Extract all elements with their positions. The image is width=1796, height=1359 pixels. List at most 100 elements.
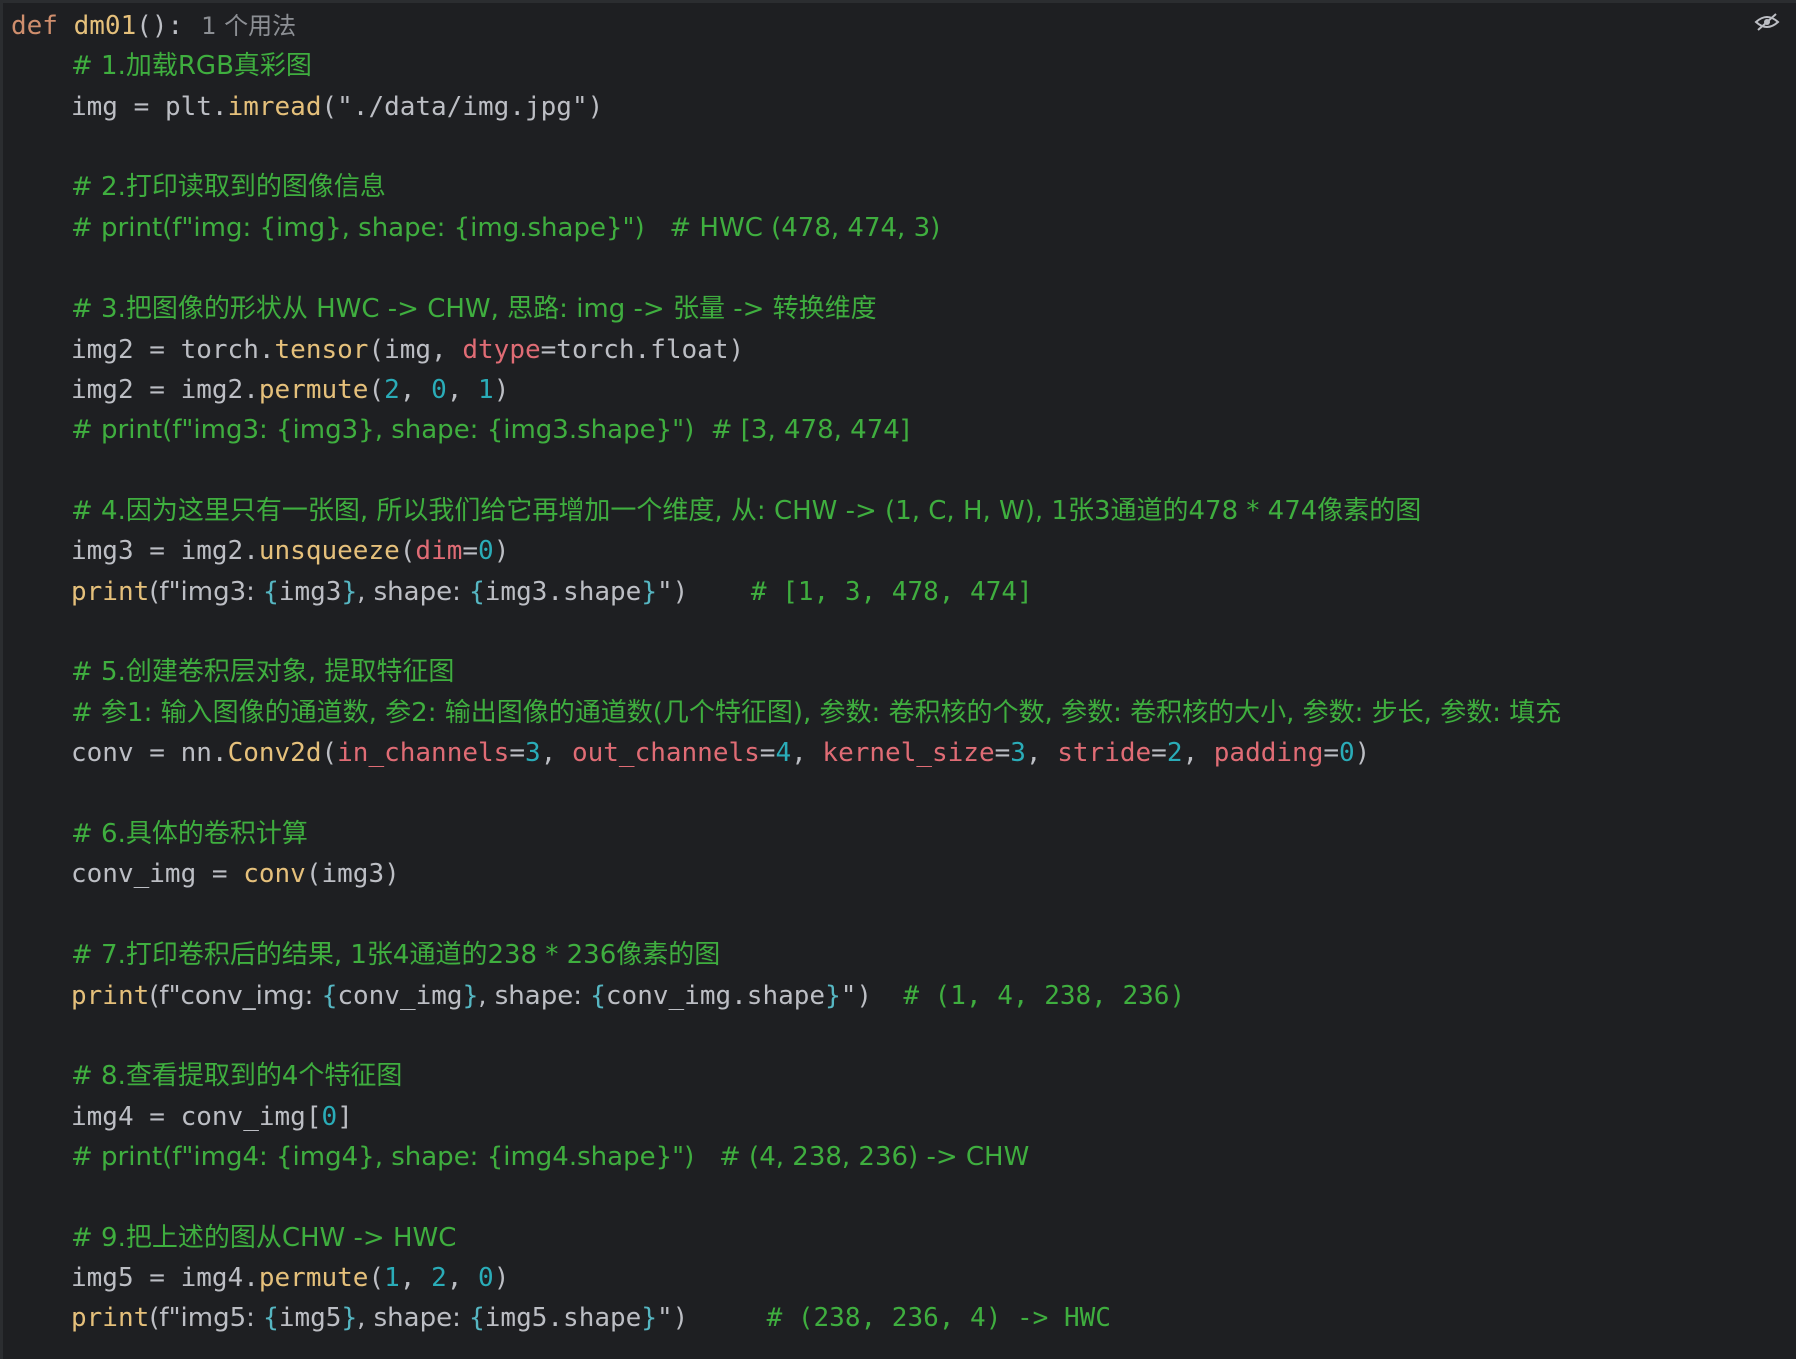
fstring: , shape: xyxy=(478,981,591,1011)
keyword-arg: dim xyxy=(415,536,463,566)
fstring: , shape: xyxy=(357,1303,470,1333)
code-line-16[interactable]: conv_img = conv(img3) xyxy=(11,854,400,894)
variable: conv_img xyxy=(71,859,197,889)
brace: } xyxy=(341,1303,358,1333)
code-line-15[interactable]: # 6.具体的卷积计算 xyxy=(11,814,308,854)
keyword-arg: in_channels xyxy=(337,738,510,768)
fstring-expr: conv_img xyxy=(337,981,463,1011)
number: 1 xyxy=(478,375,494,405)
code-line-18[interactable]: print(f"conv_img: {conv_img}, shape: {co… xyxy=(11,976,1185,1016)
paren: ) xyxy=(493,1263,510,1293)
operator: = xyxy=(133,1102,181,1132)
code-editor[interactable]: def dm01(): 1 个用法 # 1.加载RGB真彩图 img = plt.… xyxy=(0,0,1796,1359)
code-line-19[interactable]: # 8.查看提取到的4个特征图 xyxy=(11,1056,402,1096)
operator: = xyxy=(133,335,181,365)
operator: = xyxy=(462,536,479,566)
paren: ( xyxy=(368,375,385,405)
code-line-23[interactable]: img5 = img4.permute(1, 2, 0) xyxy=(11,1258,509,1298)
print-call: print xyxy=(71,1303,150,1333)
method-call: tensor xyxy=(274,335,369,365)
code-line-8[interactable]: # print(f"img3: {img3}, shape: {img3.sha… xyxy=(11,410,910,450)
code-line-7[interactable]: img2 = img2.permute(2, 0, 1) xyxy=(11,370,509,410)
eye-slash-icon[interactable] xyxy=(1754,12,1780,32)
keyword-arg: stride xyxy=(1057,738,1152,768)
number: 3 xyxy=(1010,738,1026,768)
separator: , xyxy=(399,375,432,405)
separator: , xyxy=(791,738,823,768)
number: 0 xyxy=(431,375,447,405)
object: img2. xyxy=(180,536,259,566)
brace: { xyxy=(590,981,606,1011)
code-line-def[interactable]: def dm01(): 1 个用法 xyxy=(11,6,296,46)
code-line-6[interactable]: img2 = torch.tensor(img, dtype=torch.flo… xyxy=(11,330,744,370)
keyword-arg: dtype xyxy=(462,335,541,365)
method-call: imread xyxy=(227,92,322,122)
code-line-4[interactable]: # print(f"img: {img}, shape: {img.shape}… xyxy=(11,208,940,248)
method-call: unsqueeze xyxy=(258,536,400,566)
paren: ) xyxy=(493,536,510,566)
operator: = xyxy=(117,92,165,122)
brace: { xyxy=(263,1303,279,1333)
variable: img xyxy=(71,92,118,122)
fstring: ") xyxy=(656,577,689,607)
method-call: Conv2d xyxy=(227,738,322,768)
arguments: =torch.float) xyxy=(540,335,745,365)
number: 1 xyxy=(384,1263,400,1293)
arguments: (img3) xyxy=(305,859,400,889)
separator: , xyxy=(446,1263,479,1293)
brace: { xyxy=(321,981,338,1011)
code-line-24[interactable]: print(f"img5: {img5}, shape: {img5.shape… xyxy=(11,1298,1111,1338)
def-keyword: def xyxy=(11,11,58,41)
keyword-arg: padding xyxy=(1213,738,1324,768)
number: 3 xyxy=(524,738,541,768)
code-line-12[interactable]: # 5.创建卷积层对象, 提取特征图 xyxy=(11,652,454,692)
code-line-13[interactable]: # 参1: 输入图像的通道数, 参2: 输出图像的通道数(几个特征图), 参数:… xyxy=(11,693,1561,733)
code-line-9[interactable]: # 4.因为这里只有一张图, 所以我们给它再增加一个维度, 从: CHW -> … xyxy=(11,491,1421,531)
paren: ) xyxy=(1354,738,1371,768)
paren: ) xyxy=(493,375,510,405)
variable: img5 xyxy=(71,1263,134,1293)
code-line-22[interactable]: # 9.把上述的图从CHW -> HWC xyxy=(11,1218,456,1258)
method-call: permute xyxy=(258,375,369,405)
paren: ( xyxy=(368,1263,385,1293)
code-line-11[interactable]: print(f"img3: {img3}, shape: {img3.shape… xyxy=(11,572,1033,612)
code-line-14[interactable]: conv = nn.Conv2d(in_channels=3, out_chan… xyxy=(11,733,1370,773)
code-line-10[interactable]: img3 = img2.unsqueeze(dim=0) xyxy=(11,531,509,571)
code-line-21[interactable]: # print(f"img4: {img4}, shape: {img4.sha… xyxy=(11,1137,1029,1177)
operator: = xyxy=(1323,738,1340,768)
comment: # [1, 3, 478, 474] xyxy=(688,577,1033,607)
code-line-2[interactable]: img = plt.imread("./data/img.jpg") xyxy=(11,87,603,127)
separator: , xyxy=(540,738,572,768)
paren: ( xyxy=(399,536,416,566)
bracket: ] xyxy=(337,1102,353,1132)
code-line-1[interactable]: # 1.加载RGB真彩图 xyxy=(11,46,312,86)
fstring-expr: img5.shape xyxy=(484,1303,642,1333)
number: 0 xyxy=(478,1263,494,1293)
comment: # print(f"img4: {img4}, shape: {img4.sha… xyxy=(71,1142,1030,1172)
number: 0 xyxy=(478,536,494,566)
comment: # 1.加载RGB真彩图 xyxy=(71,51,312,81)
number: 4 xyxy=(775,738,792,768)
comment: # print(f"img3: {img3}, shape: {img3.sha… xyxy=(71,415,910,445)
arguments: ("./data/img.jpg") xyxy=(321,92,604,122)
fstring-expr: conv_img.shape xyxy=(605,981,826,1011)
operator: = xyxy=(133,738,181,768)
brace: } xyxy=(341,577,358,607)
fstring-expr: img3 xyxy=(278,577,342,607)
code-line-3[interactable]: # 2.打印读取到的图像信息 xyxy=(11,167,386,207)
comment: # 参1: 输入图像的通道数, 参2: 输出图像的通道数(几个特征图), 参数:… xyxy=(71,698,1562,728)
number: 0 xyxy=(321,1102,338,1132)
number: 2 xyxy=(1166,738,1183,768)
function-name: dm01 xyxy=(73,11,137,41)
top-border xyxy=(3,0,1796,3)
comment: # 5.创建卷积层对象, 提取特征图 xyxy=(71,657,455,687)
code-line-5[interactable]: # 3.把图像的形状从 HWC -> CHW, 思路: img -> 张量 ->… xyxy=(11,289,877,329)
code-line-17[interactable]: # 7.打印卷积后的结果, 1张4通道的238 * 236像素的图 xyxy=(11,935,720,975)
operator: = xyxy=(133,375,181,405)
keyword-arg: kernel_size xyxy=(822,738,995,768)
code-line-20[interactable]: img4 = conv_img[0] xyxy=(11,1097,353,1137)
comment: # 8.查看提取到的4个特征图 xyxy=(71,1061,403,1091)
operator: = xyxy=(994,738,1011,768)
object: torch. xyxy=(180,335,275,365)
usage-hint[interactable]: 1 个用法 xyxy=(201,12,296,40)
